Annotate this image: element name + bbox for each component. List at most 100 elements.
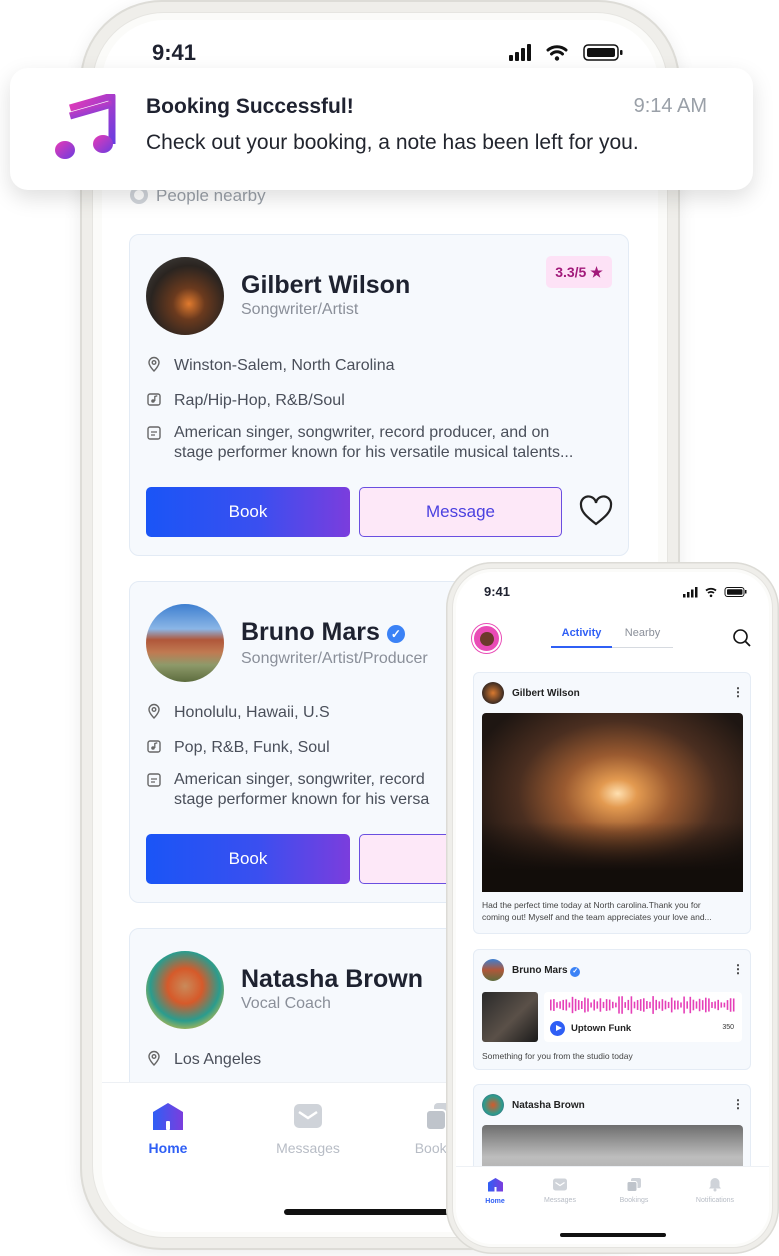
track-count: 350 — [722, 1024, 734, 1031]
avatar[interactable] — [146, 951, 224, 1029]
waveform-bar — [577, 1000, 580, 1010]
post-caption: Had the perfect time today at North caro… — [482, 900, 712, 922]
audio-player[interactable]: Uptown Funk 350 — [544, 992, 742, 1042]
track-cover[interactable] — [482, 992, 538, 1042]
waveform-bar — [584, 997, 586, 1013]
star-icon: ★ — [590, 264, 603, 280]
message-button[interactable]: Message — [359, 487, 562, 537]
tab-nearby[interactable]: Nearby — [612, 627, 673, 639]
home-indicator — [560, 1233, 666, 1237]
waveform-bar — [720, 1002, 723, 1008]
profile-name[interactable]: Gilbert Wilson — [241, 271, 410, 300]
location-icon — [146, 1050, 162, 1066]
waveform-bar — [630, 996, 633, 1014]
waveform-bar — [674, 1000, 676, 1010]
feed-post[interactable]: Gilbert Wilson ⋮ Had the perfect time to… — [473, 672, 751, 934]
waveform-bar — [643, 998, 645, 1012]
post-image[interactable] — [482, 713, 743, 892]
nav-bookings[interactable]: Bookings — [612, 1177, 656, 1204]
waveform-bar — [581, 1001, 583, 1009]
waveform-bar — [602, 1001, 605, 1009]
avatar[interactable] — [482, 682, 504, 704]
waveform-bar — [664, 1000, 667, 1010]
location-icon — [146, 703, 162, 719]
waveform-bar — [615, 1002, 617, 1008]
waveform-bar — [661, 999, 664, 1011]
nav-home[interactable]: Home — [138, 1101, 198, 1156]
feed-tabs: Activity Nearby — [551, 627, 673, 649]
avatar[interactable] — [482, 959, 504, 981]
message-icon — [553, 1178, 567, 1191]
post-caption: Something for you from the studio today — [482, 1051, 633, 1061]
notification-banner[interactable]: Booking Successful! 9:14 AM Check out yo… — [10, 68, 753, 190]
waveform-bar — [680, 1002, 682, 1008]
waveform-bar — [565, 999, 568, 1011]
location-row: Winston-Salem, North Carolina — [146, 356, 395, 376]
profile-role: Songwriter/Artist — [241, 301, 359, 318]
nav-home[interactable]: Home — [478, 1177, 512, 1205]
status-time: 9:41 — [484, 584, 511, 599]
waveform-bar — [618, 996, 620, 1014]
waveform-bar — [550, 999, 552, 1011]
search-icon[interactable] — [732, 628, 752, 653]
waveform-bar — [711, 1002, 713, 1008]
heart-icon[interactable] — [579, 495, 613, 532]
verified-icon: ✓ — [570, 967, 581, 977]
waveform-bar — [717, 999, 719, 1011]
waveform-bar — [732, 998, 735, 1012]
note-icon — [146, 772, 162, 788]
status-time: 9:41 — [152, 40, 197, 65]
waveform-bar — [612, 1001, 614, 1009]
waveform-bar — [568, 1002, 571, 1008]
waveform-bar — [574, 998, 577, 1012]
status-icons — [682, 585, 748, 603]
waveform-bar — [599, 998, 602, 1012]
more-icon[interactable]: ⋮ — [732, 1097, 744, 1111]
profile-card[interactable]: Gilbert Wilson Songwriter/Artist 3.3/5 ★… — [129, 234, 629, 556]
waveform-bar — [686, 1001, 688, 1009]
verified-icon: ✓ — [386, 625, 405, 643]
waveform-bar — [705, 997, 707, 1013]
profile-role: Songwriter/Artist/Producer — [241, 650, 428, 667]
avatar[interactable] — [482, 1094, 504, 1116]
waveform-bar — [559, 1001, 561, 1009]
genre-row: Pop, R&B, Funk, Soul — [146, 738, 330, 758]
avatar[interactable] — [146, 257, 224, 335]
feed-post[interactable]: Bruno Mars ✓ ⋮ Uptown Funk 350 Something… — [473, 949, 751, 1070]
profile-avatar[interactable] — [472, 624, 501, 653]
note-icon — [146, 425, 162, 441]
waveform-bar — [670, 997, 673, 1013]
nav-messages[interactable]: Messages — [538, 1177, 582, 1204]
waveform-bar — [729, 998, 732, 1012]
music-icon — [146, 391, 162, 407]
profile-name[interactable]: Bruno Mars ✓ — [241, 618, 405, 647]
book-button[interactable]: Book — [146, 834, 350, 884]
play-icon[interactable] — [550, 1021, 565, 1036]
signal-wifi-battery-icon — [509, 44, 623, 61]
avatar[interactable] — [146, 604, 224, 682]
second-phone-screen: 9:41 Activity Nearby Gilbert Wilson ⋮ Ha… — [456, 572, 769, 1244]
waveform-bar — [683, 996, 685, 1014]
post-author[interactable]: Gilbert Wilson — [512, 688, 580, 699]
location-row: Los Angeles — [146, 1050, 261, 1070]
nav-messages[interactable]: Messages — [268, 1101, 348, 1156]
book-button[interactable]: Book — [146, 487, 350, 537]
waveform-bar — [605, 999, 608, 1011]
more-icon[interactable]: ⋮ — [732, 962, 744, 976]
waveform-bar — [553, 999, 555, 1011]
profile-role: Vocal Coach — [241, 995, 331, 1012]
waveform-bar — [587, 998, 589, 1012]
more-icon[interactable]: ⋮ — [732, 685, 744, 699]
nav-notifications[interactable]: Notifications — [684, 1177, 746, 1204]
bio-row: American singer, songwriter, record prod… — [146, 423, 573, 463]
waveform-bar — [639, 999, 642, 1011]
location-row: Honolulu, Hawaii, U.S — [146, 703, 330, 723]
waveform-bar — [652, 996, 654, 1014]
rating-badge: 3.3/5 ★ — [546, 256, 612, 288]
bookings-icon — [626, 1178, 641, 1192]
post-author[interactable]: Natasha Brown — [512, 1100, 585, 1111]
post-author[interactable]: Bruno Mars ✓ — [512, 965, 581, 977]
waveform-bar — [677, 1000, 679, 1010]
tab-activity[interactable]: Activity — [551, 627, 612, 639]
profile-name[interactable]: Natasha Brown — [241, 965, 423, 994]
